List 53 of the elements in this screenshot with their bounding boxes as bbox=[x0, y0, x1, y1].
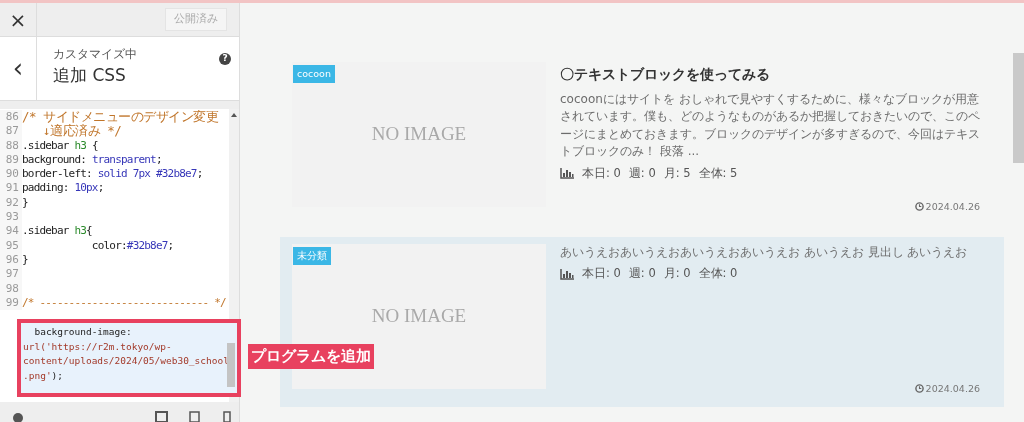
code-line: .sidebar h3{ bbox=[22, 224, 92, 239]
tablet-icon[interactable] bbox=[188, 410, 201, 422]
stat-text: 月: 0 bbox=[663, 265, 691, 283]
no-image-text: NO IMAGE bbox=[371, 122, 467, 147]
stat-text: 全体: 0 bbox=[698, 265, 738, 283]
monitor-icon[interactable] bbox=[155, 410, 168, 422]
bar-chart-icon bbox=[560, 268, 574, 280]
code-line: content/uploads/2024/05/web30_school bbox=[23, 354, 229, 368]
code-line: } bbox=[22, 252, 28, 268]
code-line: .png'); bbox=[23, 368, 64, 383]
code-line: border-left: solid 7px #32b8e7; bbox=[22, 167, 203, 182]
line-number: 97 bbox=[0, 267, 22, 282]
code-line: } bbox=[22, 195, 28, 211]
code-line: ↓適応済み */ bbox=[42, 124, 122, 139]
code-line: /* ----------------------------- */ bbox=[22, 295, 226, 311]
stat-text: 週: 0 bbox=[628, 265, 656, 283]
code-line: color:#32b8e7; bbox=[90, 238, 174, 253]
stat-text: 本日: 0 bbox=[582, 265, 621, 283]
stat-text: 週: 0 bbox=[628, 164, 656, 182]
panel-title: 追加 CSS bbox=[53, 64, 127, 87]
code-line: padding: 10px; bbox=[22, 181, 104, 196]
line-number: 93 bbox=[0, 210, 22, 225]
line-number: 94 bbox=[0, 224, 22, 239]
scrollbar-thumb[interactable] bbox=[227, 343, 235, 387]
clock-icon bbox=[914, 202, 924, 212]
stat-text: 月: 5 bbox=[663, 164, 691, 182]
panel-subtitle: カスタマイズ中 bbox=[53, 46, 138, 63]
line-number: 86 bbox=[0, 110, 22, 125]
code-line: url('https://r2m.tokyo/wp- bbox=[23, 339, 172, 354]
help-icon[interactable]: ? bbox=[219, 53, 231, 65]
code-line: background: transparent; bbox=[22, 152, 162, 168]
post-date: 2024.04.26 bbox=[925, 199, 980, 214]
code-line: /* サイドメニューのデザイン変更 bbox=[22, 110, 219, 124]
stat-text: 本日: 0 bbox=[582, 164, 621, 182]
post-excerpt: あいうえおあいうえおあいうえおあいうえお あいうえお 見出し あいうえお bbox=[560, 244, 969, 261]
line-number: 91 bbox=[0, 181, 22, 196]
code-line: background-image: bbox=[33, 325, 132, 339]
line-number: 87 bbox=[0, 124, 22, 139]
post-date: 2024.04.26 bbox=[925, 381, 980, 396]
phone-icon[interactable] bbox=[221, 410, 234, 422]
close-button[interactable]: × bbox=[0, 3, 37, 37]
post-card[interactable]: cocoon NO IMAGE 〇テキストブロックを使ってみる cocoonにはサイトを おしゃれで見やすくするために、様々なブロックが用意されています。僕も、どのようなものがあるか把握しておきたいので、このページにまとめておきます。ブロックのデザインが多すぎるので、今回はテキストブロックのみ！ 段落 ... 本日: 0 週: 0 月: 5 全体: 5 2024.04.26 bbox=[280, 55, 1004, 225]
post-title[interactable]: 〇テキストブロックを使ってみる bbox=[560, 64, 980, 85]
code-line: .sidebar h3 { bbox=[22, 138, 98, 153]
line-number: 90 bbox=[0, 167, 22, 182]
scroll-up-icon[interactable] bbox=[231, 113, 237, 117]
stat-text: 全体: 5 bbox=[698, 164, 738, 182]
post-excerpt: cocoonにはサイトを おしゃれで見やすくするために、様々なブロックが用意されています。僕も、どのようなものがあるか把握しておきたいので、このページにまとめておきます。ブロックのデザインが多すぎるので、今回はテキストブロックのみ！ 段落 ... bbox=[560, 91, 980, 161]
callout-label: プログラムを追加 bbox=[248, 344, 374, 369]
clock-icon bbox=[914, 384, 924, 394]
no-image-text: NO IMAGE bbox=[371, 304, 467, 329]
bar-chart-icon bbox=[560, 167, 574, 179]
scrollbar-thumb[interactable] bbox=[1013, 53, 1024, 163]
